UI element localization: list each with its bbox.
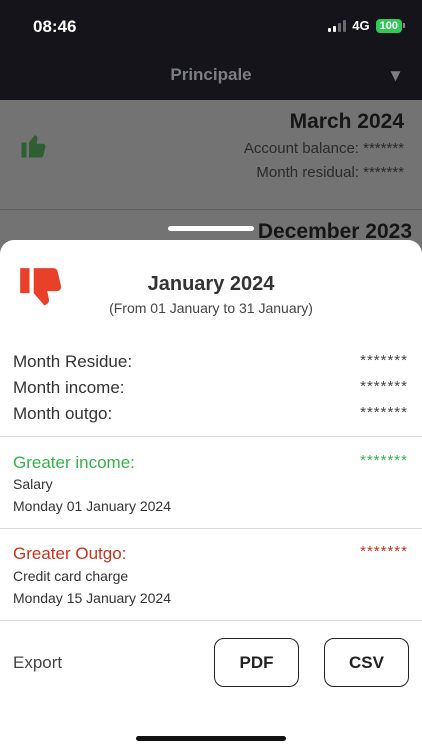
list-item-residual: Month residual: ******* [256,164,404,181]
month-outgo-label: Month outgo: [13,404,113,423]
signal-icon [328,19,347,32]
greater-outgo-value: ******* [360,543,408,560]
sheet-subtitle: (From 01 January to 31 January) [109,300,313,316]
month-outgo-value: ******* [360,404,408,421]
greater-outgo-description: Credit card charge [13,568,129,584]
month-income-label: Month income: [13,378,125,397]
list-item-balance: Account balance: ******* [243,140,404,157]
export-label: Export [13,653,63,672]
thumbs-up-icon [21,135,46,158]
greater-outgo-label: Greater Outgo: [13,544,127,563]
status-time: 08:46 [33,17,77,36]
greater-income-description: Salary [13,476,53,492]
sheet-title: January 2024 [147,273,275,295]
greater-income-value: ******* [360,452,408,469]
month-residue-label: Month Residue: [13,352,133,371]
month-income-value: ******* [360,378,408,395]
dropdown-arrow-icon[interactable]: ▼ [387,66,404,86]
greater-outgo-date: Monday 15 January 2024 [13,590,171,606]
divider [0,436,422,437]
battery-icon: 100 [375,18,406,33]
export-csv-button[interactable]: CSV [324,638,409,687]
divider [0,620,422,621]
greater-income-label: Greater income: [13,453,135,472]
month-detail-sheet: January 2024 (From 01 January to 31 Janu… [0,240,422,750]
greater-income-date: Monday 01 January 2024 [13,498,171,514]
status-indicators: 4G 100 [328,18,406,33]
list-item-month: March 2024 [289,110,404,133]
export-pdf-button[interactable]: PDF [214,638,299,687]
month-residue-value: ******* [360,352,408,369]
top-bar: 08:46 4G 100 Principale ▼ [0,0,422,100]
divider [0,528,422,529]
nav-title: Principale [170,65,252,84]
network-label: 4G [352,18,370,33]
list-item[interactable]: March 2024 Account balance: ******* Mont… [0,100,422,210]
sheet-grabber[interactable] [168,226,254,231]
home-indicator[interactable] [136,736,286,741]
